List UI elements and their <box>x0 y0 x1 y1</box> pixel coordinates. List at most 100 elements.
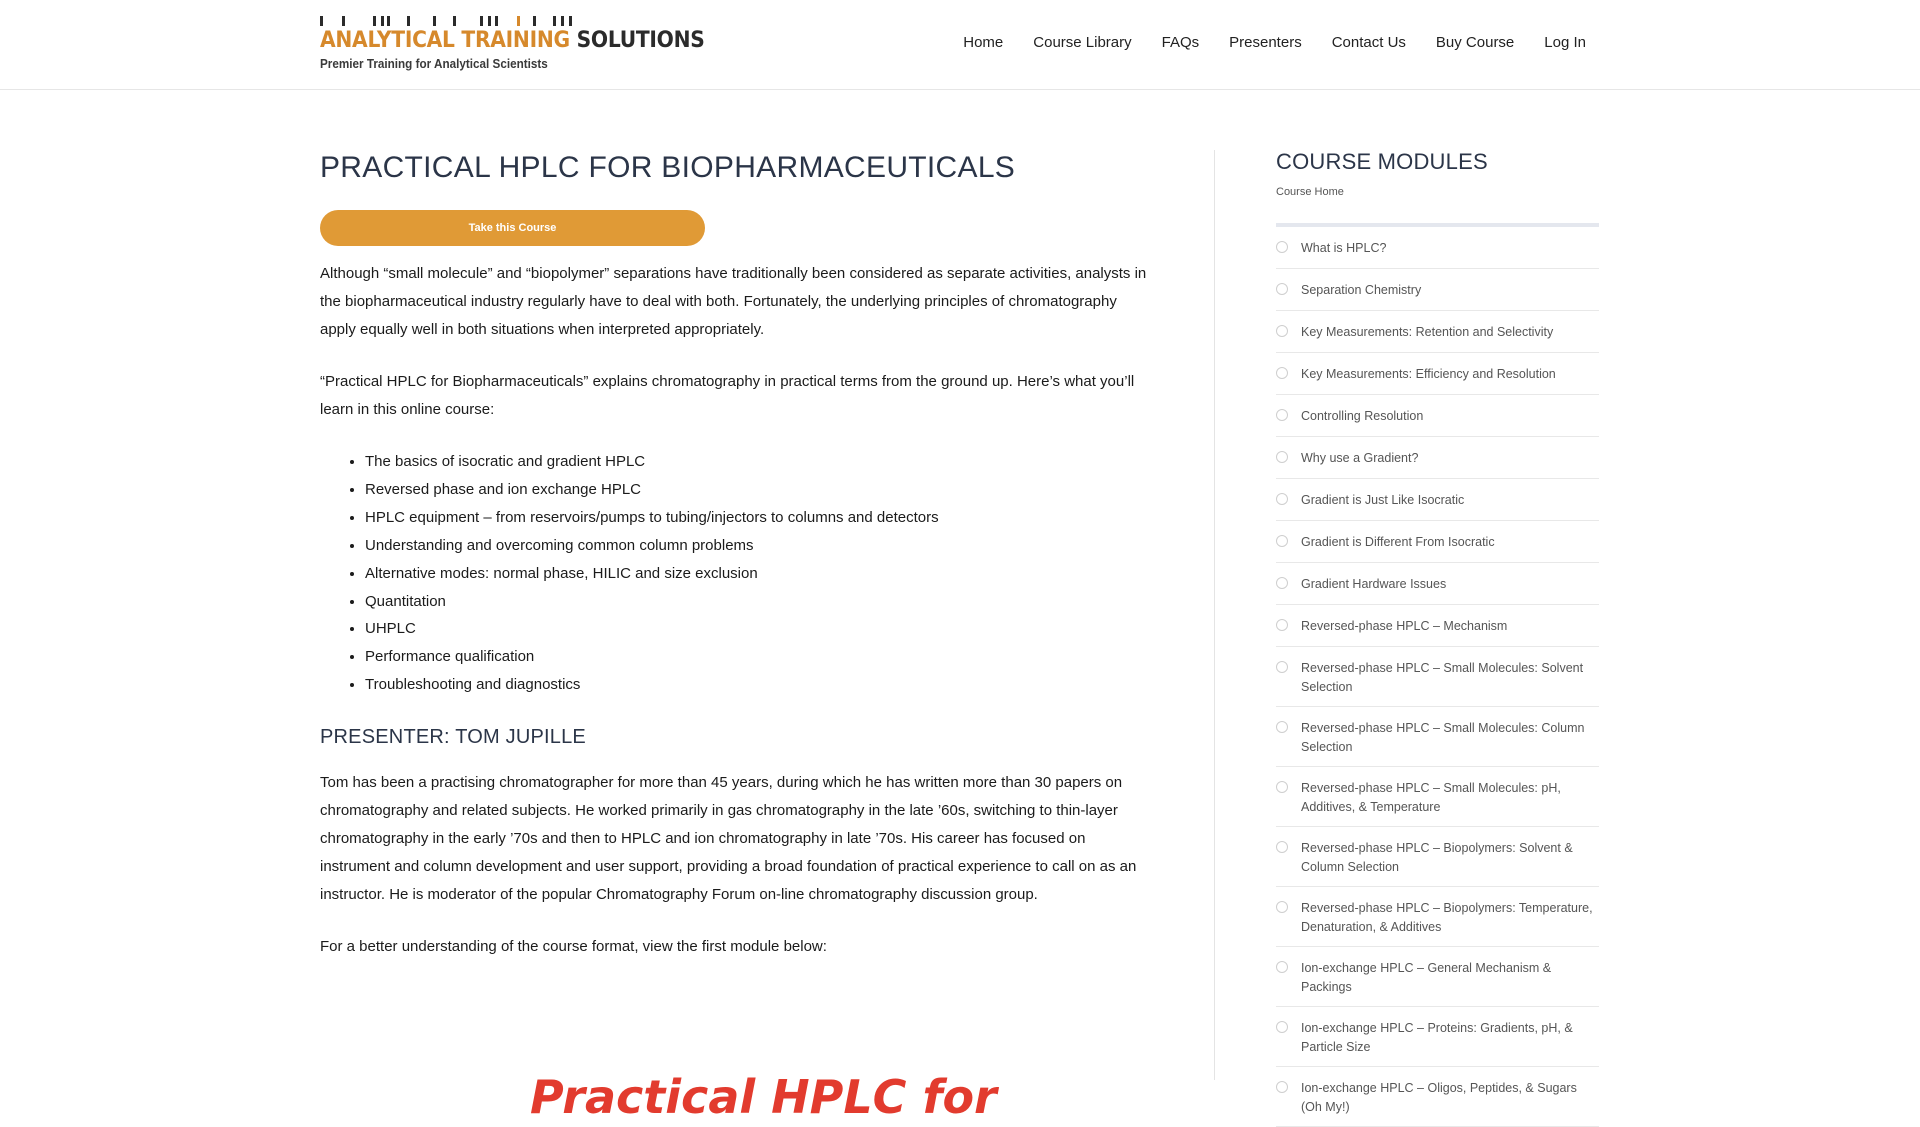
logo-bar <box>533 16 536 26</box>
module-status-circle-icon <box>1276 661 1288 673</box>
topic-item: Understanding and overcoming common colu… <box>365 532 1150 560</box>
course-modules-sidebar: COURSE MODULES Course Home What is HPLC?… <box>1276 148 1599 1127</box>
logo-bar <box>381 16 384 26</box>
sidebar-title: COURSE MODULES <box>1276 149 1488 174</box>
module-label: Key Measurements: Retention and Selectiv… <box>1301 325 1554 339</box>
brand-logo[interactable]: ANALYTICAL TRAINING SOLUTIONS Premier Tr… <box>320 16 705 74</box>
logo-bar <box>480 16 483 26</box>
topic-list: The basics of isocratic and gradient HPL… <box>320 448 1150 699</box>
topic-item: Quantitation <box>365 588 1150 616</box>
module-status-circle-icon <box>1276 451 1288 463</box>
module-status-circle-icon <box>1276 619 1288 631</box>
module-label: Gradient is Different From Isocratic <box>1301 535 1495 549</box>
module-status-circle-icon <box>1276 841 1288 853</box>
nav-faqs[interactable]: FAQs <box>1162 34 1200 51</box>
module-item[interactable]: Gradient Hardware Issues <box>1276 563 1599 605</box>
module-label: Reversed-phase HPLC – Biopolymers: Tempe… <box>1301 901 1593 934</box>
module-item[interactable]: Key Measurements: Efficiency and Resolut… <box>1276 353 1599 395</box>
module-item[interactable]: Ion-exchange HPLC – Oligos, Peptides, & … <box>1276 1067 1599 1127</box>
course-description: Although “small molecule” and “biopolyme… <box>320 260 1150 985</box>
logo-bar <box>495 16 498 26</box>
module-item[interactable]: Reversed-phase HPLC – Biopolymers: Solve… <box>1276 827 1599 887</box>
topic-item: The basics of isocratic and gradient HPL… <box>365 448 1150 476</box>
module-label: What is HPLC? <box>1301 241 1387 255</box>
module-status-circle-icon <box>1276 241 1288 253</box>
module-status-circle-icon <box>1276 1021 1288 1033</box>
module-item[interactable]: Controlling Resolution <box>1276 395 1599 437</box>
logo-bar <box>433 16 436 26</box>
module-item[interactable]: Reversed-phase HPLC – Biopolymers: Tempe… <box>1276 887 1599 947</box>
module-status-circle-icon <box>1276 367 1288 379</box>
logo-bar <box>373 16 376 26</box>
logo-bar <box>569 16 572 26</box>
module-status-circle-icon <box>1276 961 1288 973</box>
module-label: Reversed-phase HPLC – Small Molecules: p… <box>1301 781 1561 814</box>
module-label: Ion-exchange HPLC – Proteins: Gradients,… <box>1301 1021 1573 1054</box>
column-divider <box>1214 150 1215 1080</box>
module-label: Ion-exchange HPLC – Oligos, Peptides, & … <box>1301 1081 1577 1114</box>
module-item[interactable]: Key Measurements: Retention and Selectiv… <box>1276 311 1599 353</box>
module-status-circle-icon <box>1276 721 1288 733</box>
module-label: Reversed-phase HPLC – Biopolymers: Solve… <box>1301 841 1573 874</box>
nav-course-library[interactable]: Course Library <box>1033 34 1131 51</box>
page-title: PRACTICAL HPLC FOR BIOPHARMACEUTICALS <box>320 151 1016 184</box>
intro-paragraph-1: Although “small molecule” and “biopolyme… <box>320 265 1147 338</box>
module-label: Ion-exchange HPLC – General Mechanism & … <box>1301 961 1552 994</box>
logo-bar <box>407 16 410 26</box>
nav-presenters[interactable]: Presenters <box>1229 34 1302 51</box>
module-label: Separation Chemistry <box>1301 283 1422 297</box>
module-item[interactable]: Reversed-phase HPLC – Small Molecules: S… <box>1276 647 1599 707</box>
module-label: Gradient is Just Like Isocratic <box>1301 493 1465 507</box>
topic-item: Reversed phase and ion exchange HPLC <box>365 476 1150 504</box>
module-item[interactable]: Why use a Gradient? <box>1276 437 1599 479</box>
module-status-circle-icon <box>1276 781 1288 793</box>
brand-tagline: Premier Training for Analytical Scientis… <box>320 56 548 71</box>
nav-buy-course[interactable]: Buy Course <box>1436 34 1514 51</box>
nav-contact-us[interactable]: Contact Us <box>1332 34 1406 51</box>
topic-item: HPLC equipment – from reservoirs/pumps t… <box>365 504 1150 532</box>
module-status-circle-icon <box>1276 283 1288 295</box>
course-home-link[interactable]: Course Home <box>1276 186 1599 198</box>
logo-bar <box>342 16 345 26</box>
logo-bar <box>387 16 390 26</box>
logo-bar <box>561 16 564 26</box>
module-status-circle-icon <box>1276 325 1288 337</box>
module-item[interactable]: Separation Chemistry <box>1276 269 1599 311</box>
logo-bar <box>488 16 491 26</box>
logo-bar <box>517 16 520 26</box>
module-label: Key Measurements: Efficiency and Resolut… <box>1301 367 1556 381</box>
module-label: Controlling Resolution <box>1301 409 1424 423</box>
presenter-heading: PRESENTER: TOM JUPILLE <box>320 726 586 749</box>
module-label: Reversed-phase HPLC – Small Molecules: S… <box>1301 661 1584 694</box>
take-this-course-button[interactable]: Take this Course <box>320 210 705 246</box>
video-preview-title[interactable]: Practical HPLC for <box>530 1070 997 1124</box>
module-item[interactable]: Gradient is Just Like Isocratic <box>1276 479 1599 521</box>
module-list: What is HPLC? Separation Chemistry Key Mea… <box>1276 227 1599 1127</box>
logo-bar <box>453 16 456 26</box>
nav-home[interactable]: Home <box>963 34 1003 51</box>
module-item[interactable]: Ion-exchange HPLC – General Mechanism & … <box>1276 947 1599 1007</box>
topic-item: UHPLC <box>365 615 1150 643</box>
nav-log-in[interactable]: Log In <box>1544 34 1586 51</box>
module-label: Reversed-phase HPLC – Small Molecules: C… <box>1301 721 1585 754</box>
presenter-bio: Tom has been a practising chromatographe… <box>320 774 1137 904</box>
module-item[interactable]: Reversed-phase HPLC – Small Molecules: p… <box>1276 767 1599 827</box>
video-intro-text: For a better understanding of the course… <box>320 938 827 956</box>
module-status-circle-icon <box>1276 577 1288 589</box>
topic-item: Alternative modes: normal phase, HILIC a… <box>365 560 1150 588</box>
module-item[interactable]: Ion-exchange HPLC – Proteins: Gradients,… <box>1276 1007 1599 1067</box>
module-label: Gradient Hardware Issues <box>1301 577 1447 591</box>
topic-item: Troubleshooting and diagnostics <box>365 671 1150 699</box>
brand-name-part1: ANALYTICAL TRAINING <box>320 28 570 53</box>
module-item[interactable]: What is HPLC? <box>1276 227 1599 269</box>
module-item[interactable]: Gradient is Different From Isocratic <box>1276 521 1599 563</box>
module-status-circle-icon <box>1276 493 1288 505</box>
module-label: Reversed-phase HPLC – Mechanism <box>1301 619 1508 633</box>
module-status-circle-icon <box>1276 535 1288 547</box>
module-label: Why use a Gradient? <box>1301 451 1419 465</box>
brand-name-part2: SOLUTIONS <box>576 28 705 53</box>
module-item[interactable]: Reversed-phase HPLC – Small Molecules: C… <box>1276 707 1599 767</box>
topic-item: Performance qualification <box>365 643 1150 671</box>
module-status-circle-icon <box>1276 1081 1288 1093</box>
module-item[interactable]: Reversed-phase HPLC – Mechanism <box>1276 605 1599 647</box>
